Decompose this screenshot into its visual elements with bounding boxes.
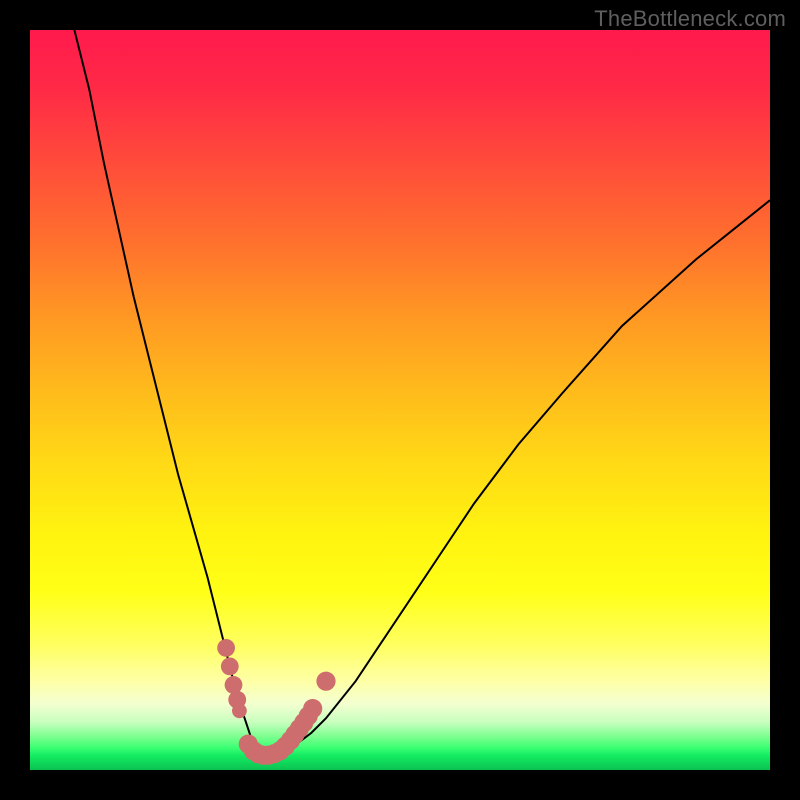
bottleneck-curve xyxy=(30,30,770,770)
chart-frame: TheBottleneck.com xyxy=(0,0,800,800)
curve-marker xyxy=(316,672,335,691)
curve-marker xyxy=(217,639,235,657)
curve-markers xyxy=(217,639,335,765)
watermark-text: TheBottleneck.com xyxy=(594,6,786,32)
curve-marker xyxy=(221,658,239,676)
curve-marker xyxy=(303,699,322,718)
curve-marker xyxy=(225,676,243,694)
curve-marker xyxy=(232,703,247,718)
plot-area xyxy=(30,30,770,770)
curve-line xyxy=(74,30,770,755)
